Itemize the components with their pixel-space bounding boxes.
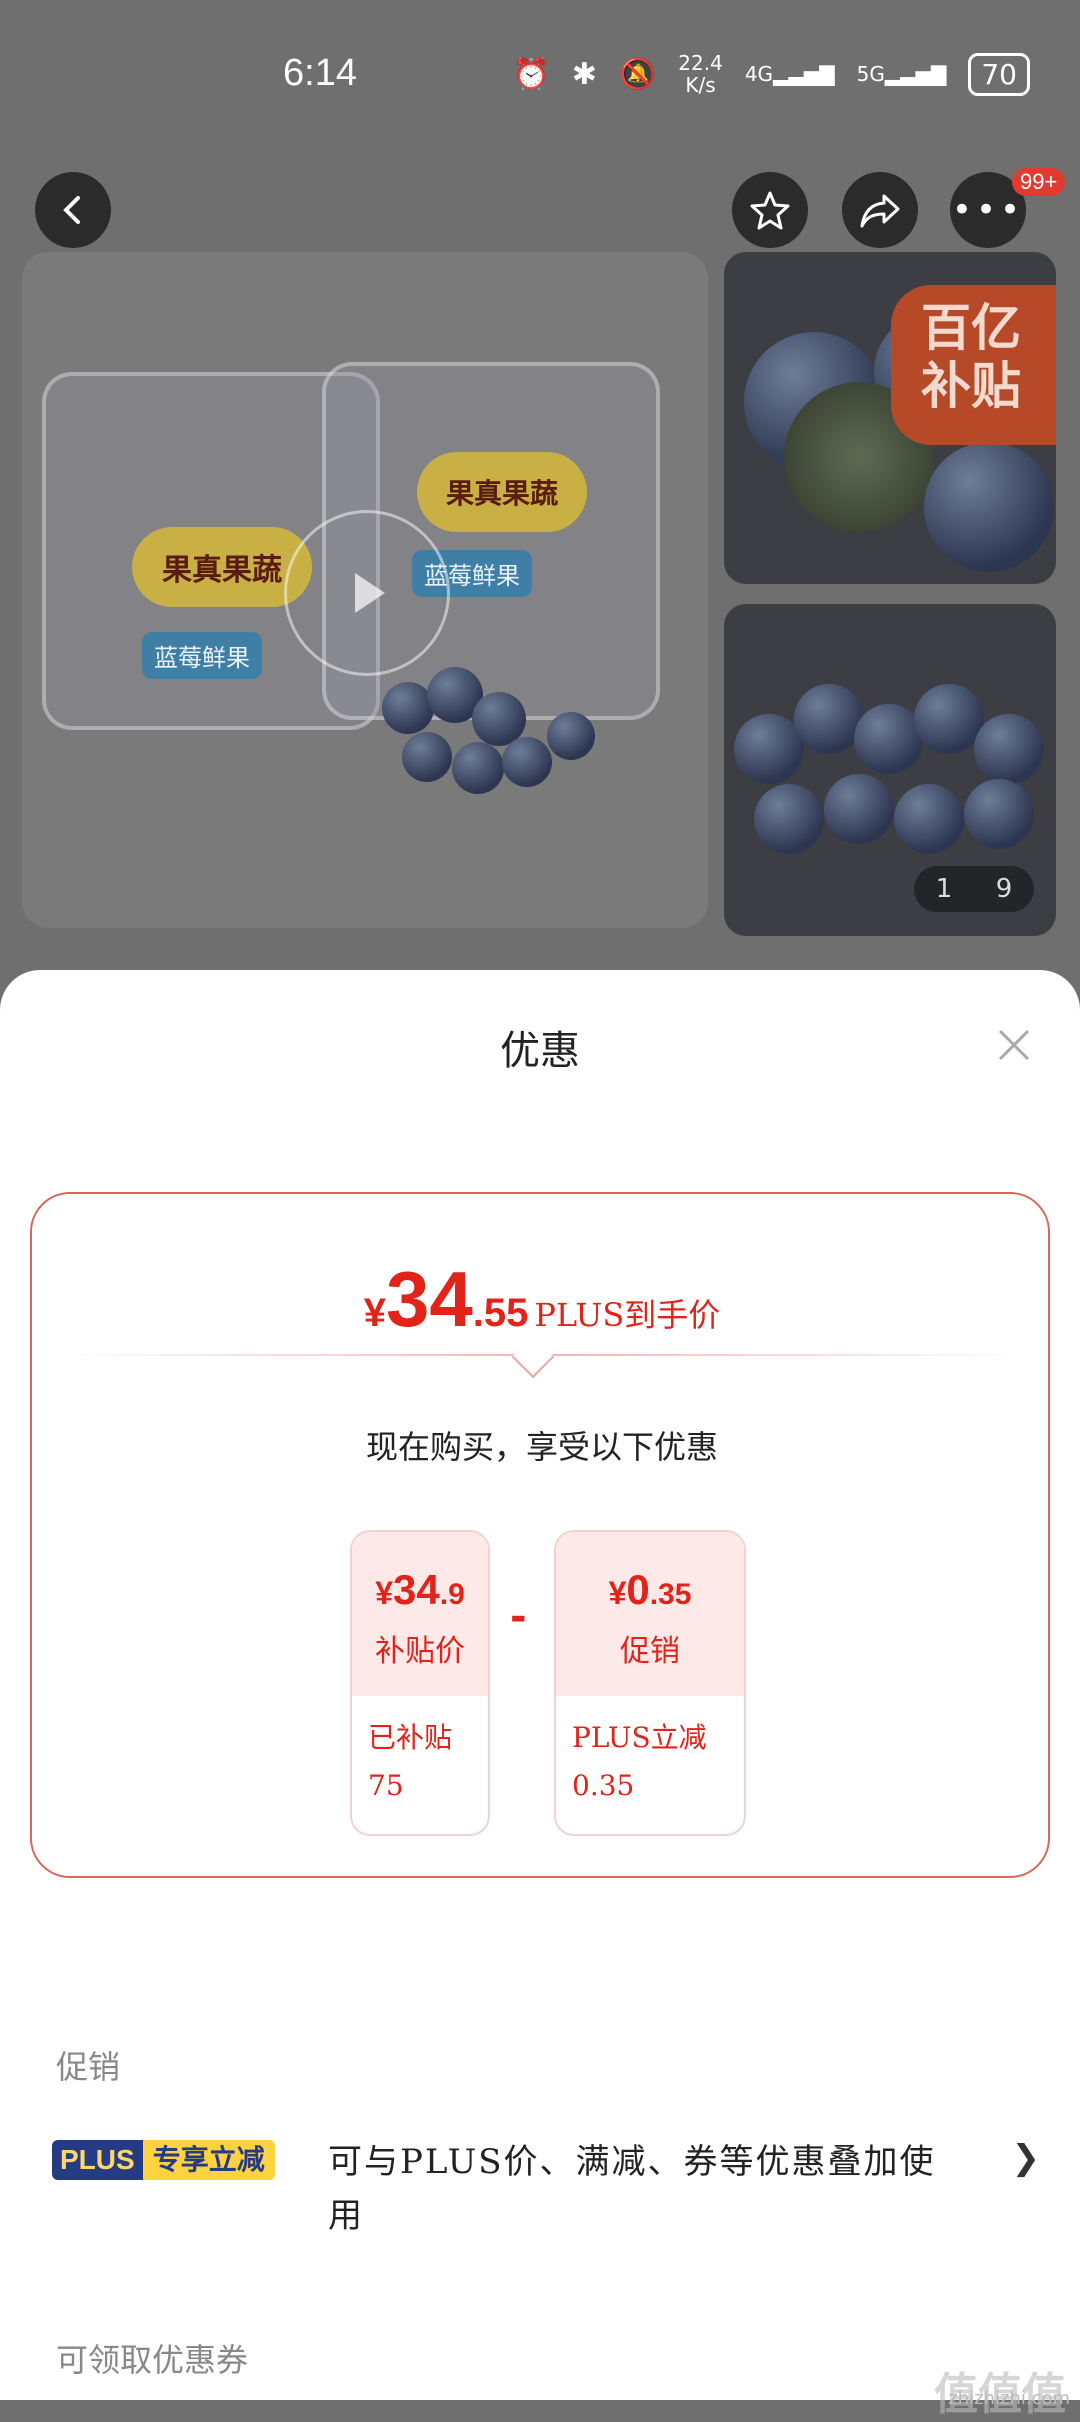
box-detail: 已补贴	[368, 1721, 453, 1754]
plus-exclusive-tag: PLUS 专享立减	[52, 2140, 275, 2180]
status-bar: 6:14 ⏰ ✱ 🔕 22.4 K/s 4G▂▃▅▇ 5G▂▃▅▇ 70	[0, 0, 1080, 150]
share-icon	[860, 194, 900, 228]
brand-label: 果真果蔬	[417, 452, 587, 532]
close-icon	[998, 1029, 1030, 1061]
favorite-button[interactable]	[732, 172, 808, 248]
box-detail: PLUS立减	[572, 1721, 707, 1754]
watermark-url: zhizhizhi.com	[948, 2388, 1070, 2409]
subsidy-price-box: ¥34.9 补贴价 已补贴 75	[350, 1530, 490, 1836]
plus-final-price: ¥34.55 PLUS到手价	[363, 1255, 721, 1343]
promotion-box: ¥0.35 促销 PLUS立减 0.35	[554, 1530, 746, 1836]
image-counter: 19	[914, 866, 1034, 912]
close-button[interactable]	[988, 1020, 1040, 1072]
mute-icon: 🔕	[618, 56, 657, 92]
message-badge: 99+	[1012, 168, 1066, 196]
sheet-title: 优惠	[500, 1028, 580, 1074]
enjoy-text: 现在购买，享受以下优惠	[365, 1428, 718, 1466]
box-label: 促销	[620, 1634, 680, 1669]
chevron-left-icon	[63, 196, 80, 224]
back-button[interactable]	[35, 172, 111, 248]
play-video-button[interactable]	[284, 510, 450, 676]
box-label: 补贴价	[375, 1634, 465, 1669]
star-icon	[750, 191, 790, 230]
signal-5g-icon: 5G▂▃▅▇	[856, 62, 947, 86]
product-thumbnail[interactable]: 19	[724, 604, 1056, 936]
alarm-icon: ⏰	[512, 56, 550, 92]
promo-description[interactable]: 可与PLUS价、满减、券等优惠叠加使用	[328, 2135, 948, 2243]
play-icon	[355, 573, 385, 613]
promo-section-title: 促销	[56, 2048, 121, 2086]
product-tag: 蓝莓鲜果	[142, 632, 262, 679]
bluetooth-battery-icon: ✱	[571, 56, 597, 92]
battery-indicator: 70	[968, 52, 1030, 96]
product-main-image[interactable]: 果真果蔬 果真果蔬 蓝莓鲜果 蓝莓鲜果	[22, 252, 708, 928]
discount-sheet: 优惠 ¥34.55 PLUS到手价 现在购买，享受以下优惠 ¥34.9 补贴价 已…	[0, 970, 1080, 2400]
coupon-section-title: 可领取优惠券	[56, 2341, 249, 2379]
price-breakdown-card: ¥34.55 PLUS到手价 现在购买，享受以下优惠 ¥34.9 补贴价 已补贴 …	[30, 1192, 1050, 1878]
share-button[interactable]	[842, 172, 918, 248]
subsidy-badge: 百亿 补贴	[891, 285, 1056, 445]
status-icons: ⏰ ✱ 🔕 22.4 K/s 4G▂▃▅▇ 5G▂▃▅▇ 70	[512, 52, 1030, 96]
box-detail-value: 0.35	[572, 1769, 635, 1802]
box-detail-value: 75	[368, 1769, 404, 1802]
signal-4g-icon: 4G▂▃▅▇	[744, 62, 835, 86]
net-speed: 22.4 K/s	[678, 51, 723, 97]
status-time: 6:14	[283, 52, 357, 94]
chevron-right-icon[interactable]: ❯	[1012, 2138, 1041, 2178]
minus-sign: -	[510, 1594, 527, 1640]
more-dots-icon: •••	[951, 190, 1025, 230]
